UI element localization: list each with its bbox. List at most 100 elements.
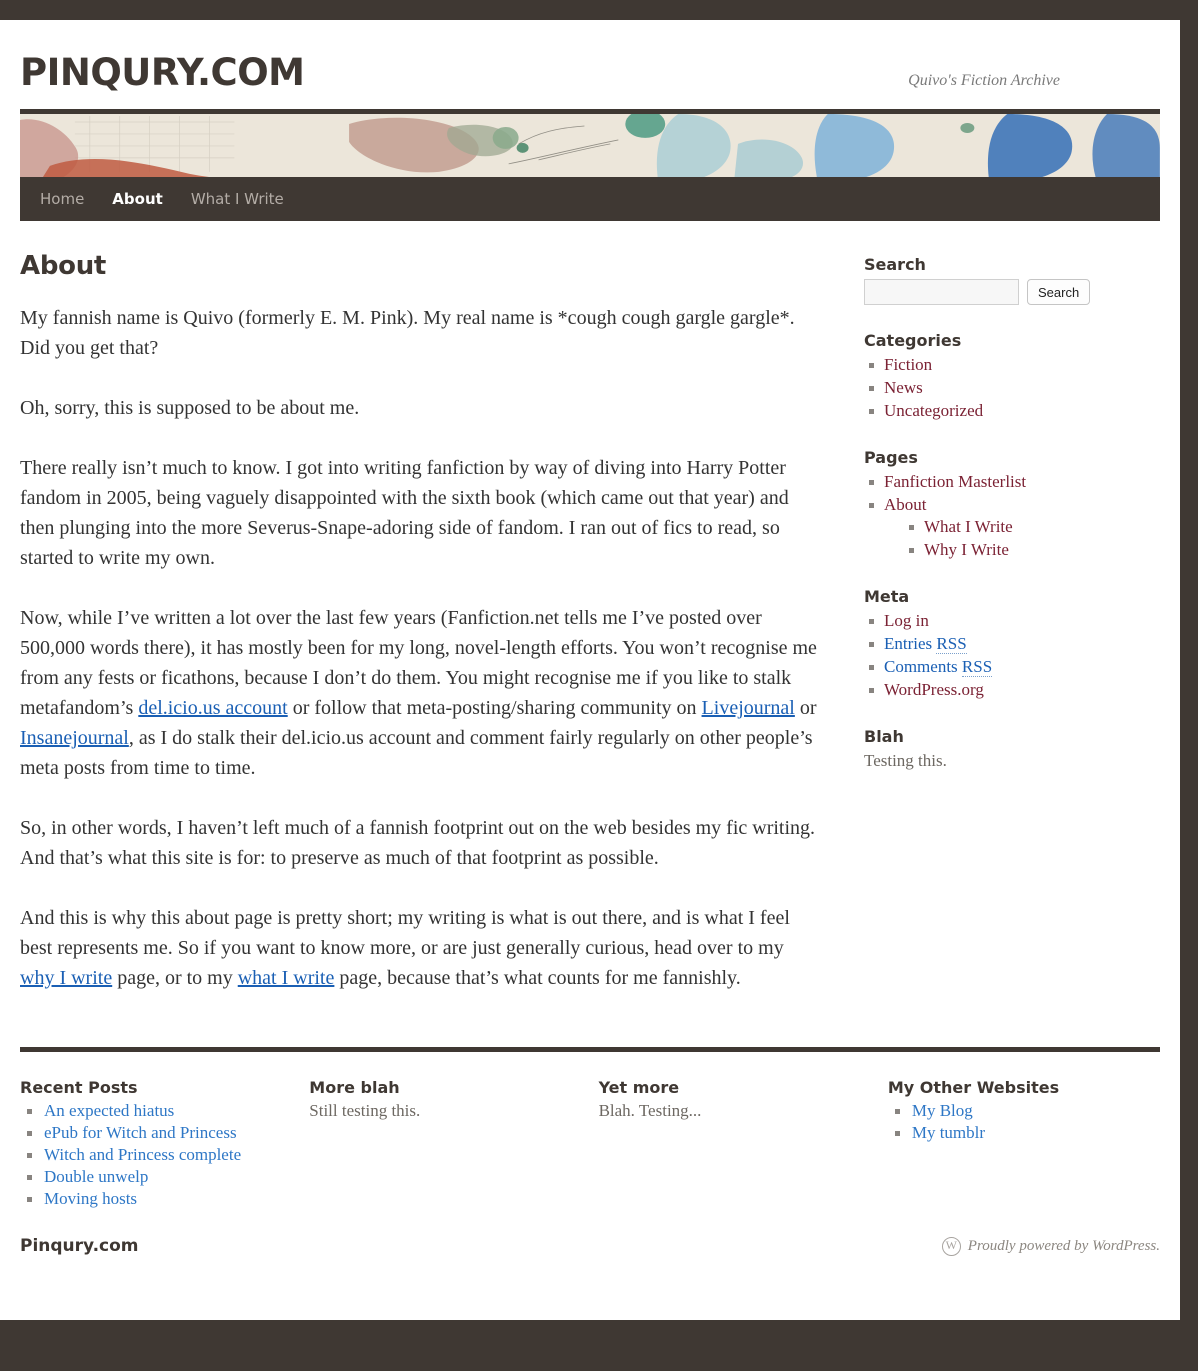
categories-list: Fiction News Uncategorized <box>864 354 1100 422</box>
paragraph-4-text-d: , as I do stalk their del.icio.us accoun… <box>20 727 813 779</box>
paragraph-4-text-b: or follow that meta-posting/sharing comm… <box>287 697 702 719</box>
site-header: PINQURY.COM Quivo's Fiction Archive <box>0 20 1180 109</box>
recent-post-link-3[interactable]: Witch and Princess complete <box>44 1145 241 1164</box>
page-link-fanfiction-masterlist[interactable]: Fanfiction Masterlist <box>884 472 1026 491</box>
meta-link-comments-rss[interactable]: Comments RSS <box>884 657 993 677</box>
footer-column-yet-more: Yet more Blah. Testing... <box>599 1078 888 1210</box>
widget-title-meta: Meta <box>864 587 910 606</box>
recent-post-link-5[interactable]: Moving hosts <box>44 1189 137 1208</box>
rss-abbr: RSS <box>961 657 993 677</box>
widget-title-blah: Blah <box>864 727 904 746</box>
meta-link-wordpress-org[interactable]: WordPress.org <box>884 680 984 699</box>
primary-navigation: Home About What I Write <box>20 177 1160 221</box>
footer-title-my-other-websites: My Other Websites <box>887 1078 1060 1097</box>
link-why-i-write[interactable]: why I write <box>20 967 112 989</box>
widget-title-search: Search <box>864 255 926 274</box>
paragraph-2: Oh, sorry, this is supposed to be about … <box>20 397 360 419</box>
other-website-link-my-blog[interactable]: My Blog <box>912 1101 973 1120</box>
pages-list: Fanfiction Masterlist About What I Write… <box>864 471 1100 561</box>
widget-title-categories: Categories <box>864 331 962 350</box>
list-item: Entries RSS <box>864 633 1100 655</box>
footer-text-more-blah: Still testing this. <box>309 1101 421 1120</box>
nav-item-what-i-write[interactable]: What I Write <box>191 190 284 208</box>
nav-item-home[interactable]: Home <box>40 190 84 208</box>
recent-post-link-1[interactable]: An expected hiatus <box>44 1101 174 1120</box>
category-link-uncategorized[interactable]: Uncategorized <box>884 401 983 420</box>
search-input[interactable] <box>864 279 1019 305</box>
paragraph-6-text-c: page, because that’s what counts for me … <box>334 967 741 989</box>
list-item: Log in <box>864 610 1100 632</box>
wordpress-credit[interactable]: Proudly powered by WordPress. <box>941 1236 1160 1256</box>
widget-title-pages: Pages <box>864 448 918 467</box>
pages-sublist: What I Write Why I Write <box>904 516 1100 561</box>
site-info-bar: Pinqury.com Proudly powered by WordPress… <box>0 1218 1180 1276</box>
list-item: News <box>864 377 1100 399</box>
footer-title-more-blah: More blah <box>309 1078 400 1097</box>
widget-meta: Meta Log in Entries RSS Comments RSS Wor… <box>864 587 1100 701</box>
wordpress-credit-text: Proudly powered by WordPress. <box>967 1237 1160 1254</box>
list-item: Fiction <box>864 354 1100 376</box>
page-title: About <box>20 251 107 281</box>
paragraph-3: There really isn’t much to know. I got i… <box>20 457 789 569</box>
recent-posts-list: An expected hiatus ePub for Witch and Pr… <box>20 1100 289 1210</box>
site-title[interactable]: PINQURY.COM <box>20 54 305 91</box>
footer-title-recent-posts: Recent Posts <box>20 1078 138 1097</box>
other-websites-list: My Blog My tumblr <box>888 1100 1160 1144</box>
meta-link-entries-rss[interactable]: Entries RSS <box>884 634 967 654</box>
category-link-news[interactable]: News <box>884 378 923 397</box>
widget-categories: Categories Fiction News Uncategorized <box>864 331 1100 422</box>
widget-blah: Blah Testing this. <box>864 727 1100 772</box>
content-area: About My fannish name is Quivo (formerly… <box>20 251 840 1023</box>
category-link-fiction[interactable]: Fiction <box>884 355 932 374</box>
page-link-why-i-write[interactable]: Why I Write <box>924 540 1009 559</box>
entry-content: My fannish name is Quivo (formerly E. M.… <box>20 303 820 993</box>
footer-column-my-other-websites: My Other Websites My Blog My tumblr <box>888 1078 1160 1210</box>
footer-column-recent-posts: Recent Posts An expected hiatus ePub for… <box>20 1078 309 1210</box>
site-description: Quivo's Fiction Archive <box>908 72 1060 89</box>
banner-watercolor-graphic <box>20 114 1160 177</box>
list-item: Why I Write <box>904 539 1100 561</box>
header-banner-image <box>20 109 1160 177</box>
list-item: My tumblr <box>888 1122 1160 1144</box>
search-form: Search <box>864 279 1100 305</box>
link-insanejournal[interactable]: Insanejournal <box>20 727 129 749</box>
recent-post-link-2[interactable]: ePub for Witch and Princess <box>44 1123 237 1142</box>
list-item: Fanfiction Masterlist <box>864 471 1100 493</box>
entries-rss-text: Entries <box>884 634 937 653</box>
nav-item-about[interactable]: About <box>112 190 163 208</box>
paragraph-6-text-b: page, or to my <box>112 967 238 989</box>
footer-column-more-blah: More blah Still testing this. <box>309 1078 598 1210</box>
rss-abbr: RSS <box>936 634 967 654</box>
page-container: PINQURY.COM Quivo's Fiction Archive Home… <box>0 20 1183 1320</box>
widget-pages: Pages Fanfiction Masterlist About What I… <box>864 448 1100 561</box>
bottom-bar <box>0 1320 1198 1371</box>
link-delicious-account[interactable]: del.icio.us account <box>138 697 287 719</box>
comments-rss-text: Comments <box>884 657 962 676</box>
footer-site-name[interactable]: Pinqury.com <box>20 1236 139 1256</box>
list-item: What I Write <box>904 516 1100 538</box>
widget-search: Search Search <box>864 255 1100 305</box>
other-website-link-my-tumblr[interactable]: My tumblr <box>912 1123 985 1142</box>
recent-post-link-4[interactable]: Double unwelp <box>44 1167 148 1186</box>
footer-title-yet-more: Yet more <box>598 1078 680 1097</box>
sidebar: Search Search Categories Fiction News Un… <box>840 251 1100 798</box>
search-button[interactable]: Search <box>1027 279 1091 305</box>
paragraph-4: Now, while I’ve written a lot over the l… <box>20 603 820 783</box>
list-item: About What I Write Why I Write <box>864 494 1100 561</box>
footer-text-yet-more: Blah. Testing... <box>598 1101 702 1120</box>
footer-widget-area: Recent Posts An expected hiatus ePub for… <box>0 1052 1180 1218</box>
page-link-about[interactable]: About <box>884 495 927 514</box>
paragraph-4-text-c: or <box>794 697 817 719</box>
list-item: My Blog <box>888 1100 1160 1122</box>
meta-link-login[interactable]: Log in <box>884 611 929 630</box>
wordpress-logo-icon <box>941 1236 961 1256</box>
list-item: Moving hosts <box>20 1188 289 1210</box>
list-item: Uncategorized <box>864 400 1100 422</box>
link-what-i-write[interactable]: what I write <box>238 967 335 989</box>
main-region: About My fannish name is Quivo (formerly… <box>0 221 1180 1023</box>
page-link-what-i-write[interactable]: What I Write <box>924 517 1013 536</box>
paragraph-1: My fannish name is Quivo (formerly E. M.… <box>20 307 795 359</box>
paragraph-5: So, in other words, I haven’t left much … <box>20 817 816 869</box>
link-livejournal[interactable]: Livejournal <box>702 697 795 719</box>
paragraph-6: And this is why this about page is prett… <box>20 903 820 993</box>
